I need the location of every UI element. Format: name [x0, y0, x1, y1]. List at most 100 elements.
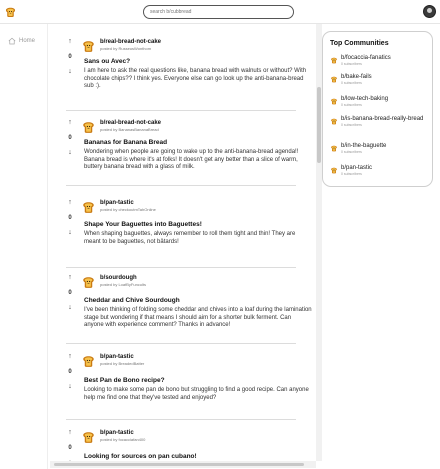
community-link[interactable]: b/real-bread-not-cake: [100, 39, 161, 46]
subscriber-count: 0 subscribers: [341, 81, 362, 85]
subscriber-count: 0 subscribers: [341, 103, 362, 107]
vote-column: ↑ 0 ↓: [65, 38, 75, 76]
bread-community-icon: [330, 144, 338, 152]
vote-count: 0: [68, 369, 72, 375]
post-body: Looking to make some pan de bono but str…: [84, 387, 309, 401]
upvote-arrow-icon[interactable]: ↑: [65, 274, 75, 282]
community-item[interactable]: b/in-the-baguette 0 subscribers: [330, 143, 430, 155]
vote-column: ↑ 0 ↓: [65, 119, 75, 157]
community-name: b/is-banana-bread-really-bread: [341, 116, 424, 122]
bread-community-icon: [81, 119, 96, 134]
bread-community-icon: [330, 75, 338, 83]
post-title[interactable]: Looking for sources on pan cubano!: [84, 453, 309, 460]
subscriber-count: 0 subscribers: [341, 62, 362, 66]
vote-count: 0: [68, 54, 72, 60]
post-author: posted by BreadedBatter: [100, 361, 145, 366]
community-link[interactable]: b/sourdough: [100, 275, 146, 282]
post-author: posted by checkoutmTahOnline: [100, 207, 156, 212]
subscriber-count: 0 subscribers: [341, 172, 362, 176]
downvote-arrow-icon[interactable]: ↓: [65, 383, 75, 391]
post-card: ↑ 0 ↓ b/pan-tastic posted by BreadedBatt…: [63, 353, 309, 413]
vote-column: ↑ 0 ↓: [65, 199, 75, 237]
post-title[interactable]: Shape Your Baguettes into Baguettes!: [84, 221, 309, 228]
community-link[interactable]: b/pan-tastic: [100, 354, 144, 361]
post-title[interactable]: Bananas for Banana Bread: [84, 139, 309, 146]
bread-community-icon: [81, 274, 96, 289]
bread-community-icon: [81, 353, 96, 368]
post-author: posted by RusseusWonthom: [100, 46, 152, 51]
downvote-arrow-icon[interactable]: ↓: [65, 229, 75, 237]
community-item[interactable]: b/pan-tastic 0 subscribers: [330, 165, 430, 177]
divider: [66, 110, 296, 111]
community-item[interactable]: b/is-banana-bread-really-bread 0 subscri…: [330, 116, 430, 128]
post-author: posted by BananasBananaBread: [100, 127, 159, 132]
upvote-arrow-icon[interactable]: ↑: [65, 199, 75, 207]
post-body: I've been thinking of folding some chedd…: [84, 307, 312, 329]
community-name: b/low-tech-baking: [341, 96, 389, 102]
top-bar: [0, 0, 440, 24]
downvote-arrow-icon[interactable]: ↓: [65, 68, 75, 76]
bread-community-icon: [330, 166, 338, 174]
home-link[interactable]: Home: [8, 37, 35, 45]
community-link[interactable]: b/real-bread-not-cake: [100, 120, 161, 127]
post-card: ↑ 0 ↓ b/sourdough posted by LoafByFuncul…: [63, 274, 311, 354]
community-link[interactable]: b/pan-tastic: [100, 430, 145, 437]
post-title[interactable]: Sans ou Avec?: [84, 58, 309, 65]
post-header: b/real-bread-not-cake posted by RusseusW…: [81, 38, 161, 53]
divider: [66, 343, 296, 344]
bread-community-icon: [330, 97, 338, 105]
upvote-arrow-icon[interactable]: ↑: [65, 119, 75, 127]
upvote-arrow-icon[interactable]: ↑: [65, 429, 75, 437]
community-link[interactable]: b/pan-tastic: [100, 200, 156, 207]
panel-title: Top Communities: [330, 40, 389, 47]
downvote-arrow-icon[interactable]: ↓: [65, 149, 75, 157]
post-header: b/sourdough posted by LoafByFuncults: [81, 274, 146, 289]
post-title[interactable]: Cheddar and Chive Sourdough: [84, 297, 309, 304]
vote-count: 0: [68, 445, 72, 451]
post-header: b/pan-tastic posted by BreadedBatter: [81, 353, 144, 368]
scrollbar-thumb[interactable]: [54, 463, 304, 466]
bread-community-icon: [330, 117, 338, 125]
bread-community-icon: [330, 56, 338, 64]
vote-count: 0: [68, 215, 72, 221]
community-name: b/focaccia-fanatics: [341, 55, 391, 61]
home-label: Home: [19, 38, 36, 44]
scrollbar-thumb[interactable]: [317, 87, 321, 163]
divider: [66, 185, 296, 186]
bread-logo-icon[interactable]: [4, 5, 17, 18]
horizontal-scrollbar[interactable]: [50, 461, 316, 468]
subscriber-count: 0 subscribers: [341, 123, 362, 127]
post-header: b/pan-tastic posted by focacciafan400: [81, 429, 145, 444]
post-card: ↑ 0 ↓ b/pan-tastic posted by checkoutmTa…: [63, 199, 303, 259]
post-body: When shaping baguettes, always remember …: [84, 231, 296, 245]
divider: [66, 419, 296, 420]
upvote-arrow-icon[interactable]: ↑: [65, 353, 75, 361]
user-avatar[interactable]: [423, 5, 436, 18]
post-card: ↑ 0 ↓ b/real-bread-not-cake posted by Ru…: [63, 38, 306, 98]
vote-count: 0: [68, 290, 72, 296]
post-title[interactable]: Best Pan de Bono recipe?: [84, 377, 309, 384]
community-name: b/bake-fails: [341, 74, 372, 80]
left-nav: Home: [0, 24, 48, 469]
search-input[interactable]: [143, 5, 294, 19]
community-name: b/in-the-baguette: [341, 143, 387, 149]
community-item[interactable]: b/bake-fails 0 subscribers: [330, 74, 430, 86]
upvote-arrow-icon[interactable]: ↑: [65, 38, 75, 46]
bread-community-icon: [81, 38, 96, 53]
downvote-arrow-icon[interactable]: ↓: [65, 304, 75, 312]
post-card: ↑ 0 ↓ b/real-bread-not-cake posted by Ba…: [63, 119, 303, 179]
vote-column: ↑ 0 ↓: [65, 353, 75, 391]
bread-community-icon: [81, 429, 96, 444]
post-author: posted by LoafByFuncults: [100, 282, 147, 287]
top-communities-panel: Top Communities b/focaccia-fanatics 0 su…: [322, 31, 433, 187]
post-body: I am here to ask the real questions like…: [84, 68, 307, 90]
post-body: Wondering when people are going to wake …: [84, 149, 299, 171]
subscriber-count: 0 subscribers: [341, 150, 362, 154]
community-item[interactable]: b/low-tech-baking 0 subscribers: [330, 96, 430, 108]
community-item[interactable]: b/focaccia-fanatics 0 subscribers: [330, 55, 430, 67]
bread-community-icon: [81, 199, 96, 214]
divider: [66, 267, 296, 268]
post-card: ↑ 0 ↓ b/pan-tastic posted by focacciafan…: [63, 429, 303, 461]
post-feed: ↑ 0 ↓ b/real-bread-not-cake posted by Ru…: [50, 24, 316, 461]
post-author: posted by focacciafan400: [100, 437, 146, 442]
